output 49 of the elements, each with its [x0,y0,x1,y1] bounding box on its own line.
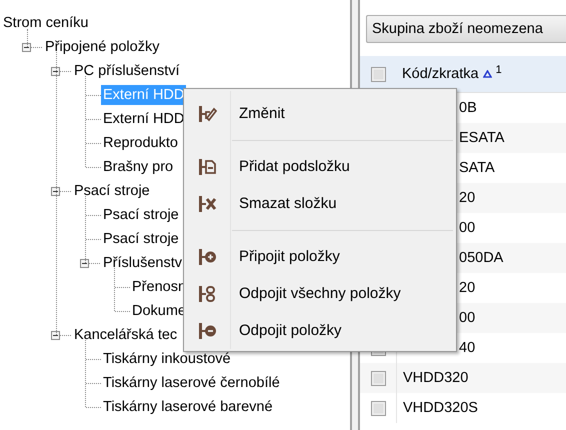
chain-icon [197,284,217,304]
table-cell: 20 [459,190,476,206]
table-cell: VHDD320S [403,400,478,416]
table-cell: 00 [459,220,476,236]
table-cell: ESATA [459,130,504,146]
table-cell: 00 [459,310,476,326]
table-cell: 40 [459,340,476,356]
table-cell: 0B [459,100,477,116]
minus-box-icon[interactable] [51,66,60,76]
minus-box-icon[interactable] [22,42,31,52]
sort-order: 1 [496,64,502,76]
tree-item[interactable]: PC příslušenství [72,61,182,81]
menu-item[interactable]: Změnit [184,95,456,132]
column-title[interactable]: Kód/zkratka [402,66,479,82]
tree-item[interactable]: Psací stroje [101,229,181,249]
add-page-icon [197,156,217,176]
tree-item[interactable]: Brašny pro [101,157,176,177]
tree-root-title: Strom ceníku [2,14,90,33]
tree-item[interactable]: Kancelářská tec [72,325,180,345]
tree-item[interactable]: Reprodukto [101,133,180,153]
table-cell: SATA [459,160,495,176]
minus-box-icon[interactable] [80,258,89,268]
table-cell: 050DA [459,250,504,266]
minus-circle-icon [197,320,217,340]
menu-item[interactable]: Odpojit všechny položky [184,275,456,312]
tree-item[interactable]: Tiskárny inkoustové [101,349,233,369]
filter-dropdown[interactable]: Skupina zboží neomezena [366,15,566,43]
minus-box-icon[interactable] [51,186,60,196]
checkbox[interactable] [370,66,386,82]
tree-item[interactable]: Externí HDD [101,109,186,129]
menu-item[interactable]: Odpojit položky [184,312,456,349]
minus-box-icon[interactable] [51,330,60,340]
menu-item[interactable]: Připojit položky [184,238,456,275]
table-cell: VHDD320 [403,370,468,386]
pencil-icon [197,104,217,124]
plus-circle-icon [197,246,217,266]
checkbox[interactable] [370,370,386,386]
menu-item[interactable]: Smazat složku [184,185,456,222]
menu-item[interactable]: Přidat podsložku [184,148,456,185]
table-cell: 20 [459,280,476,296]
sort-triangle-icon [482,70,492,78]
tree-item[interactable]: Psací stroje [101,205,181,225]
tree-item[interactable]: Tiskárny laserové barevné [101,397,275,417]
tree-item[interactable]: Psací stroje [72,181,152,201]
tree-item[interactable]: Tiskárny laserové černobílé [101,373,282,393]
checkbox[interactable] [370,400,386,416]
tree-item[interactable]: Příslušenstv [101,253,184,273]
delete-icon [197,194,217,214]
tree-item[interactable]: Připojené položky [43,37,162,57]
